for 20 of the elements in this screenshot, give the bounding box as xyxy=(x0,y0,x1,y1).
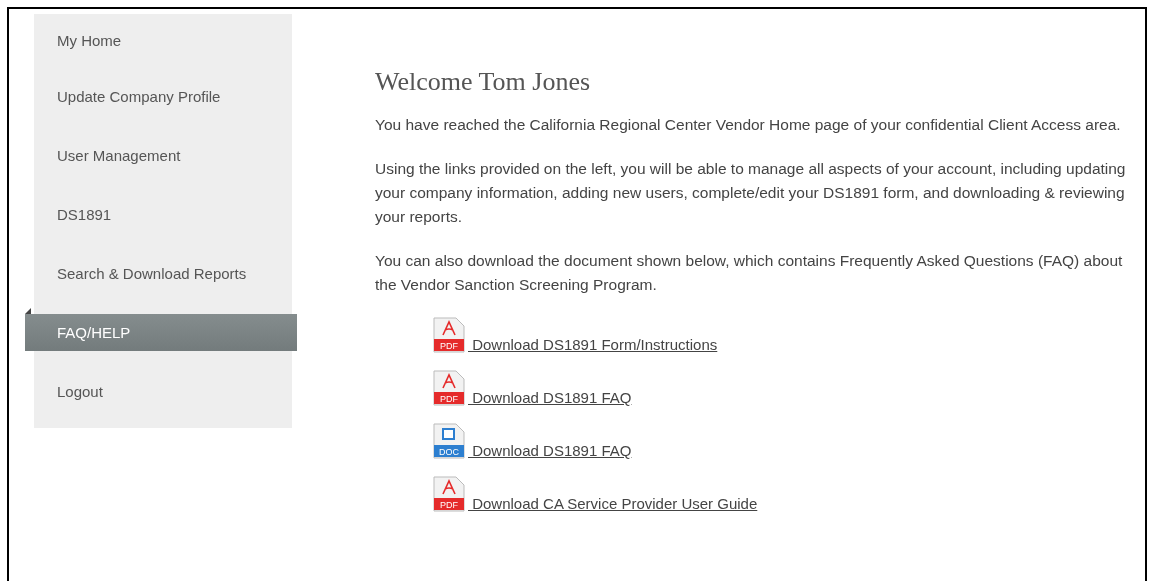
sidebar-item[interactable]: Search & Download Reports xyxy=(34,244,292,303)
pdf-file-icon: PDF xyxy=(432,370,466,406)
doc-file-icon: DOC xyxy=(432,423,466,459)
sidebar-item[interactable]: Update Company Profile xyxy=(34,67,292,126)
sidebar-item[interactable]: My Home xyxy=(34,14,292,67)
download-link[interactable]: Download CA Service Provider User Guide xyxy=(468,495,758,512)
welcome-title: Welcome Tom Jones xyxy=(375,67,592,97)
pdf-file-icon: PDF xyxy=(432,476,466,512)
intro-paragraph: You can also download the document shown below, which contains Frequently Asked Questions (FAQ) about the Vendor Sanction Screening Program. xyxy=(375,251,1124,295)
intro-paragraph: Using the links provided on the left, you will be able to manage all aspects of your account, including updating your company information, adding new users, complete/edit your DS1891 form, and downloading & reviewing your reports. xyxy=(375,159,1127,227)
sidebar-item[interactable]: Logout xyxy=(34,362,292,421)
download-link[interactable]: Download DS1891 FAQ xyxy=(468,389,632,406)
download-link[interactable]: Download DS1891 Form/Instructions xyxy=(468,336,718,353)
download-link[interactable]: Download DS1891 FAQ xyxy=(468,442,632,459)
pdf-file-icon: PDF xyxy=(432,317,466,353)
tab-fold-icon xyxy=(25,308,31,314)
sidebar-item[interactable]: User Management xyxy=(34,126,292,185)
intro-paragraph: You have reached the California Regional Center Vendor Home page of your confidential Client Access area. xyxy=(375,115,1122,135)
sidebar-item[interactable]: DS1891 xyxy=(34,185,292,244)
sidebar-item[interactable]: FAQ/HELP xyxy=(25,314,297,351)
